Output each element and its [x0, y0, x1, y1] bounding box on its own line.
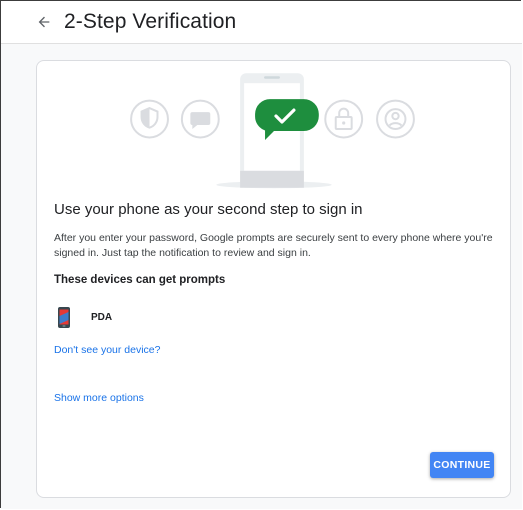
account-circle-icon — [376, 99, 415, 139]
phone-with-check-icon — [216, 73, 332, 189]
description-text: After you enter your password, Google pr… — [54, 232, 493, 259]
lock-icon — [324, 99, 364, 139]
arrow-back-icon — [38, 16, 50, 28]
page-title: 2-Step Verification — [64, 10, 237, 33]
continue-button[interactable]: CONTINUE — [430, 452, 494, 478]
back-button[interactable] — [31, 9, 57, 35]
device-name: PDA — [91, 311, 113, 323]
section-heading: Use your phone as your second step to si… — [54, 201, 363, 218]
dont-see-device-link[interactable]: Don't see your device? — [54, 344, 160, 356]
top-bar: 2-Step Verification — [1, 1, 522, 44]
hero-illustration — [130, 73, 415, 189]
phone-icon — [58, 306, 70, 328]
shield-icon — [130, 99, 169, 139]
verification-card: Use your phone as your second step to si… — [36, 60, 511, 498]
chat-bubble-icon — [180, 99, 220, 139]
show-more-options-link[interactable]: Show more options — [54, 392, 144, 404]
devices-heading: These devices can get prompts — [54, 274, 226, 286]
device-item: PDA — [58, 305, 112, 329]
